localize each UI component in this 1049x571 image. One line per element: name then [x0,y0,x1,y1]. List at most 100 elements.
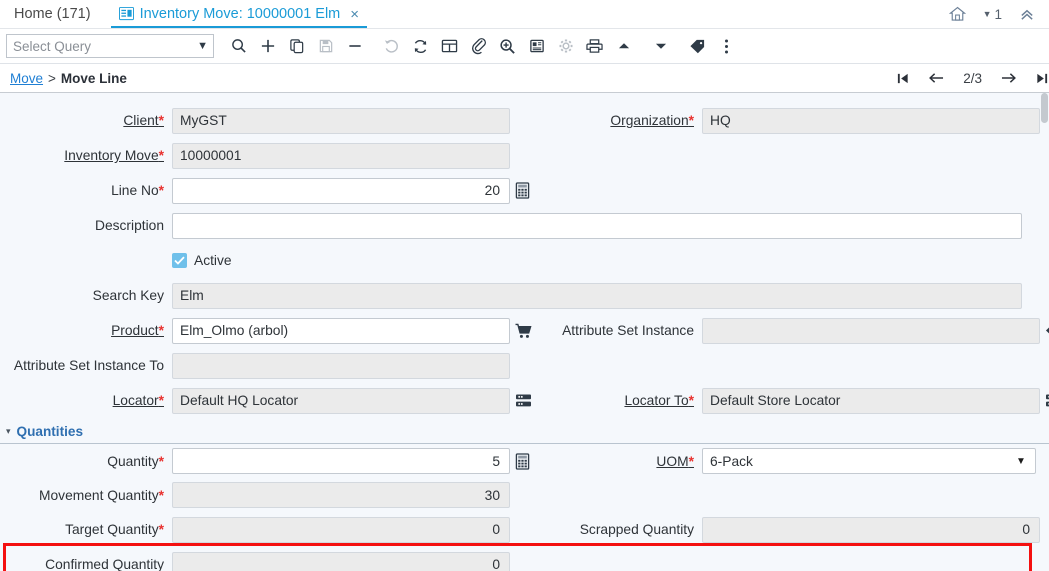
form-row-target-scrapped: Target Quantity* 0 Scrapped Quantity 0 [0,512,1049,547]
attribute-set-instance-field [702,318,1040,344]
find-icon[interactable] [224,32,253,60]
required-marker: * [689,393,694,408]
tab-inventory-move[interactable]: Inventory Move: 10000001 Elm × [105,0,373,28]
refresh-icon[interactable] [406,32,435,60]
field-group-attribute-set-instance-to: Attribute Set Instance To [0,353,530,379]
target-quantity-label: Target Quantity* [0,522,172,537]
select-query-dropdown[interactable]: Select Query ▼ [6,34,214,58]
form-row-product-attribute: Product* Elm_Olmo (arbol) Attribute Set … [0,313,1049,348]
field-group-client: Client* MyGST [0,108,530,134]
undo-icon[interactable] [377,32,406,60]
field-group-uom: UOM* 6-Pack ▼ [530,448,1049,474]
client-label: Client* [0,113,172,128]
field-group-confirmed-quantity: Confirmed Quantity 0 [0,552,530,571]
product-input[interactable]: Elm_Olmo (arbol) [172,318,510,344]
field-group-description: Description [0,213,1049,239]
quantity-input[interactable]: 5 [172,448,510,474]
field-group-quantity: Quantity* 5 [0,448,530,474]
scrapped-quantity-label: Scrapped Quantity [530,522,702,537]
confirmed-quantity-field: 0 [172,552,510,571]
archive-icon[interactable] [522,32,551,60]
organization-field: HQ [702,108,1040,134]
chevron-down-icon[interactable]: ▾ [6,426,11,437]
record-navigation: 2/3 [896,71,1039,86]
save-record-icon[interactable] [311,32,340,60]
locator-field[interactable]: Default HQ Locator [172,388,510,414]
breadcrumb-separator: > [48,71,56,86]
delete-record-icon[interactable] [340,32,369,60]
chevron-double-up-icon[interactable] [1019,7,1035,22]
calculator-icon[interactable] [515,182,530,199]
description-label: Description [0,218,172,233]
select-query-value: Select Query [13,39,91,54]
movement-quantity-label: Movement Quantity* [0,488,172,503]
required-marker: * [689,113,694,128]
preference-gear-icon[interactable] [551,32,580,60]
zoom-across-icon[interactable] [493,32,522,60]
active-checkbox[interactable] [172,253,187,268]
form-row-confirmed-quantity: Confirmed Quantity 0 [0,547,1049,571]
vertical-scrollbar-thumb[interactable] [1041,93,1048,123]
previous-record-icon[interactable] [928,71,945,85]
tab-home[interactable]: Home (171) [0,0,105,28]
field-group-attribute-set-instance: Attribute Set Instance [530,318,1049,344]
field-group-locator: Locator* Default HQ Locator [0,388,530,414]
new-record-icon[interactable] [253,32,282,60]
product-label: Product* [0,323,172,338]
client-field: MyGST [172,108,510,134]
form-row-inventory-move: Inventory Move* 10000001 [0,138,1049,173]
chevron-down-icon: ▼ [983,9,992,19]
form-row-attribute-set-instance-to: Attribute Set Instance To [0,348,1049,383]
field-group-scrapped-quantity: Scrapped Quantity 0 [530,517,1049,543]
attribute-set-instance-label: Attribute Set Instance [530,323,702,338]
line-no-label: Line No* [0,183,172,198]
home-icon[interactable] [949,6,966,22]
required-marker: * [159,488,164,503]
scrapped-quantity-field: 0 [702,517,1040,543]
notifications-count: 1 [994,7,1002,22]
field-group-active: Active [0,253,530,268]
required-marker: * [159,148,164,163]
form-row-movement-quantity: Movement Quantity* 30 [0,478,1049,512]
section-header-quantities[interactable]: ▾ Quantities [0,420,1049,442]
grid-toggle-icon[interactable] [435,32,464,60]
required-marker: * [159,454,164,469]
line-no-input[interactable]: 20 [172,178,510,204]
attribute-set-instance-to-field [172,353,510,379]
last-record-icon[interactable] [1035,72,1049,85]
field-group-target-quantity: Target Quantity* 0 [0,517,530,543]
calculator-icon[interactable] [515,453,530,470]
field-group-organization: Organization* HQ [530,108,1049,134]
attachment-icon[interactable] [464,32,493,60]
parent-record-icon[interactable] [609,32,638,60]
form-row-client-organization: Client* MyGST Organization* HQ [0,103,1049,138]
toolbar: Select Query ▼ [0,29,1049,64]
notifications-indicator[interactable]: ▼ 1 [983,7,1002,22]
tab-home-label: Home (171) [14,6,91,22]
first-record-icon[interactable] [896,72,910,85]
locator-label: Locator* [0,393,172,408]
tag-icon[interactable] [1045,323,1049,338]
required-marker: * [159,323,164,338]
required-marker: * [159,393,164,408]
locator-to-field[interactable]: Default Store Locator [702,388,1040,414]
inventory-move-label: Inventory Move* [0,148,172,163]
tag-icon[interactable] [683,32,712,60]
close-icon[interactable]: × [350,7,359,22]
description-input[interactable] [172,213,1022,239]
tab-inventory-move-label: Inventory Move: 10000001 Elm [140,6,341,22]
next-record-icon[interactable] [1000,71,1017,85]
copy-record-icon[interactable] [282,32,311,60]
header-actions: ▼ 1 [949,0,1049,28]
print-icon[interactable] [580,32,609,60]
quantity-label: Quantity* [0,454,172,469]
field-group-product: Product* Elm_Olmo (arbol) [0,318,530,344]
required-marker: * [689,454,694,469]
chevron-down-icon[interactable]: ▼ [1007,449,1035,473]
breadcrumb-bar: Move > Move Line 2/3 [0,64,1049,93]
uom-dropdown[interactable]: 6-Pack ▼ [702,448,1036,474]
locator-icon[interactable] [1045,393,1049,408]
more-menu-icon[interactable] [712,32,741,60]
detail-record-icon[interactable] [646,32,675,60]
breadcrumb-parent-link[interactable]: Move [10,71,43,86]
